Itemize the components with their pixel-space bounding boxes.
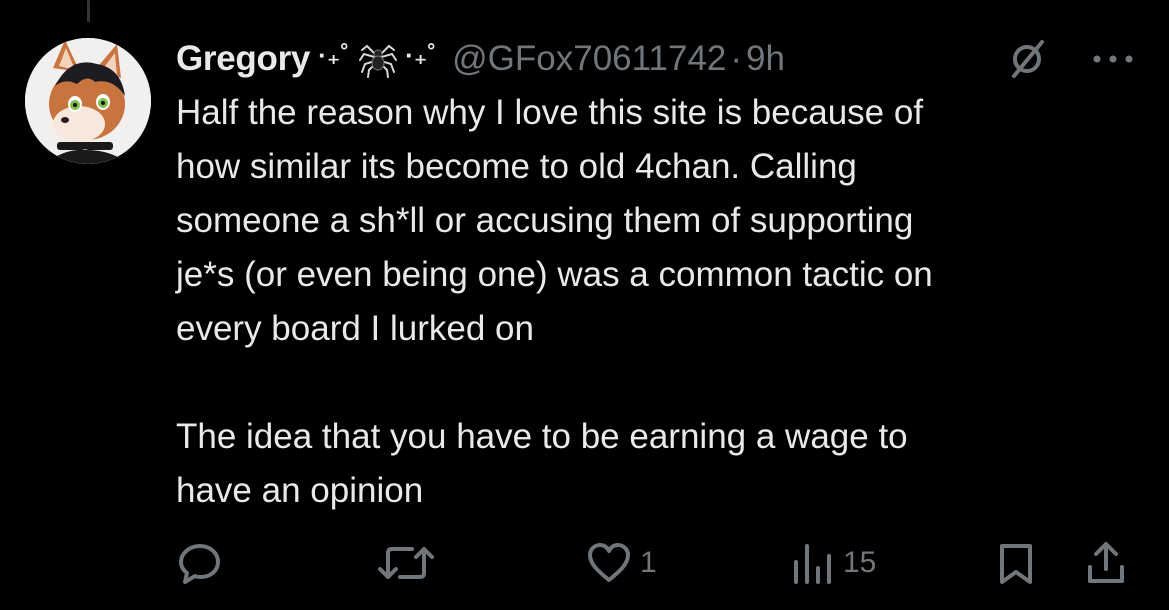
like-count: 1: [640, 546, 657, 579]
thread-line: [87, 0, 90, 22]
name-decoration-left: ·₊˚: [318, 39, 350, 70]
like-button[interactable]: 1: [586, 538, 657, 588]
views-icon: [794, 544, 831, 584]
more-icon[interactable]: [1090, 49, 1136, 69]
name-decoration-right: ·₊˚: [405, 39, 437, 70]
bookmark-icon: [1000, 544, 1032, 584]
share-icon: [1088, 542, 1124, 583]
post-time[interactable]: 9h: [746, 39, 785, 79]
tweet-header: Gregory ·₊˚ ·₊˚ @GFox70611742 · 9h: [176, 34, 1136, 84]
views-button[interactable]: 15: [791, 538, 876, 588]
display-name[interactable]: Gregory: [176, 39, 310, 79]
bookmark-button[interactable]: [996, 538, 1036, 588]
reply-button[interactable]: [176, 538, 232, 588]
header-separator: ·: [730, 39, 743, 78]
like-icon: [588, 543, 630, 582]
avatar-image: [25, 38, 151, 164]
avatar[interactable]: [25, 38, 151, 164]
share-button[interactable]: [1084, 538, 1128, 588]
tweet-actions: 1 15: [176, 538, 1136, 588]
repost-button[interactable]: [376, 538, 444, 588]
tweet-text: Half the reason why I love this site is …: [176, 93, 933, 510]
repost-icon: [378, 547, 434, 579]
spider-emoji: [359, 40, 398, 78]
grok-icon[interactable]: [1004, 36, 1050, 82]
reply-icon: [179, 544, 220, 584]
user-handle[interactable]: @GFox70611742: [452, 39, 726, 79]
header-actions: [1004, 34, 1136, 84]
view-count: 15: [843, 546, 877, 579]
